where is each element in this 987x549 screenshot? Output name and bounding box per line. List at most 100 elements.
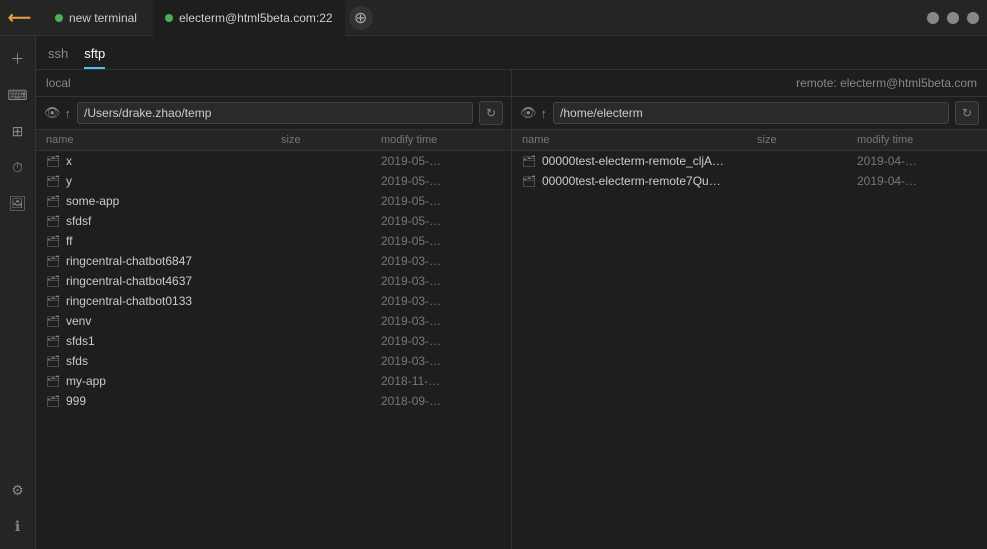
remote-panel-label: remote: electerm@html5beta.com	[796, 76, 977, 90]
window-controls	[927, 12, 979, 24]
local-col-size: size	[281, 134, 381, 146]
app-logo: ⟵	[8, 8, 31, 28]
folder-icon: 🗂	[46, 395, 60, 408]
sidebar-history-icon[interactable]: ⏱	[3, 152, 33, 182]
table-row[interactable]: 🗂 x 2019-05-…	[36, 151, 511, 171]
file-mtime: 2018-09-…	[381, 394, 501, 408]
file-mtime: 2019-03-…	[381, 294, 501, 308]
sidebar-files-icon[interactable]: ⊞	[3, 116, 33, 146]
history-icon: ⏱	[12, 159, 23, 176]
table-row[interactable]: 🗂 ringcentral-chatbot6847 2019-03-…	[36, 251, 511, 271]
file-name-label: x	[66, 154, 72, 168]
sidebar-terminal-icon[interactable]: ⌨	[3, 80, 33, 110]
file-mtime: 2019-05-…	[381, 154, 501, 168]
folder-icon: 🗂	[46, 335, 60, 348]
file-name-label: y	[66, 174, 72, 188]
table-row[interactable]: 🗂 ringcentral-chatbot0133 2019-03-…	[36, 291, 511, 311]
file-name-label: ringcentral-chatbot0133	[66, 294, 192, 308]
file-mtime: 2019-05-…	[381, 194, 501, 208]
remote-path-icons: 👁 ↑	[520, 105, 547, 121]
file-name-label: sfds	[66, 354, 88, 368]
file-mtime: 2019-04-…	[857, 154, 977, 168]
add-tab-icon: ⊕	[354, 8, 367, 28]
folder-icon: 🗂	[522, 155, 536, 168]
local-path-icons: 👁 ↑	[44, 105, 71, 121]
table-row[interactable]: 🗂 venv 2019-03-…	[36, 311, 511, 331]
tab-electerm-label: electerm@html5beta.com:22	[179, 11, 333, 25]
remote-col-size: size	[757, 134, 857, 146]
gallery-icon: 🖼	[9, 195, 27, 212]
sidebar-info-icon[interactable]: ℹ	[3, 511, 33, 541]
file-name-label: sfds1	[66, 334, 95, 348]
tab-dot-active	[165, 14, 173, 22]
file-mtime: 2019-05-…	[381, 174, 501, 188]
file-mtime: 2019-03-…	[381, 334, 501, 348]
tab-ssh[interactable]: ssh	[48, 42, 68, 69]
remote-path-bar: 👁 ↑ ↻	[512, 97, 987, 130]
table-row[interactable]: 🗂 sfds1 2019-03-…	[36, 331, 511, 351]
minimize-button[interactable]	[927, 12, 939, 24]
add-tab-button[interactable]: ⊕	[349, 6, 373, 30]
tab-sftp[interactable]: sftp	[84, 42, 105, 69]
table-row[interactable]: 🗂 00000test-electerm-remote7Qu… 2019-04-…	[512, 171, 987, 191]
table-row[interactable]: 🗂 sfds 2019-03-…	[36, 351, 511, 371]
titlebar: ⟵ new terminal electerm@html5beta.com:22…	[0, 0, 987, 36]
table-row[interactable]: 🗂 ringcentral-chatbot4637 2019-03-…	[36, 271, 511, 291]
add-icon: ＋	[11, 49, 25, 69]
file-mtime: 2019-05-…	[381, 234, 501, 248]
terminal-icon: ⌨	[7, 87, 27, 104]
folder-icon: 🗂	[46, 175, 60, 188]
close-button[interactable]	[967, 12, 979, 24]
table-row[interactable]: 🗂 sfdsf 2019-05-…	[36, 211, 511, 231]
file-name-label: some-app	[66, 194, 119, 208]
folder-icon: 🗂	[46, 155, 60, 168]
local-refresh-button[interactable]: ↻	[479, 101, 503, 125]
local-up-icon[interactable]: ↑	[65, 106, 72, 121]
remote-path-input[interactable]	[553, 102, 949, 124]
local-table-header: name size modify time	[36, 130, 511, 151]
folder-icon: 🗂	[46, 275, 60, 288]
file-mtime: 2019-03-…	[381, 254, 501, 268]
table-row[interactable]: 🗂 my-app 2018-11-…	[36, 371, 511, 391]
folder-icon: 🗂	[46, 295, 60, 308]
folder-icon: 🗂	[46, 235, 60, 248]
folder-icon: 🗂	[46, 195, 60, 208]
folder-icon: 🗂	[522, 175, 536, 188]
sidebar-settings-icon[interactable]: ⚙	[3, 475, 33, 505]
local-path-input[interactable]	[77, 102, 473, 124]
remote-up-icon[interactable]: ↑	[541, 106, 548, 121]
tab-dot	[55, 14, 63, 22]
table-row[interactable]: 🗂 999 2018-09-…	[36, 391, 511, 411]
file-name-label: venv	[66, 314, 91, 328]
file-name-label: 999	[66, 394, 86, 408]
remote-eye-icon[interactable]: 👁	[520, 105, 537, 121]
mode-tabs: ssh sftp	[36, 36, 987, 70]
local-col-mtime: modify time	[381, 134, 501, 146]
local-eye-icon[interactable]: 👁	[44, 105, 61, 121]
file-mtime: 2019-03-…	[381, 354, 501, 368]
sidebar-gallery-icon[interactable]: 🖼	[3, 188, 33, 218]
info-icon: ℹ	[15, 518, 20, 535]
maximize-button[interactable]	[947, 12, 959, 24]
remote-col-name: name	[522, 134, 757, 146]
remote-panel-header: remote: electerm@html5beta.com	[512, 70, 987, 97]
local-file-list: 🗂 x 2019-05-… 🗂 y 2019-05-… 🗂 some-app 2…	[36, 151, 511, 549]
sidebar-add-icon[interactable]: ＋	[3, 44, 33, 74]
remote-refresh-button[interactable]: ↻	[955, 101, 979, 125]
table-row[interactable]: 🗂 y 2019-05-…	[36, 171, 511, 191]
local-refresh-icon: ↻	[486, 106, 496, 120]
local-col-name: name	[46, 134, 281, 146]
folder-icon: 🗂	[46, 215, 60, 228]
table-row[interactable]: 🗂 00000test-electerm-remote_cljA… 2019-0…	[512, 151, 987, 171]
file-mtime: 2019-03-…	[381, 314, 501, 328]
tab-new-terminal[interactable]: new terminal	[43, 0, 149, 36]
files-icon: ⊞	[12, 123, 24, 140]
remote-file-list: 🗂 00000test-electerm-remote_cljA… 2019-0…	[512, 151, 987, 549]
sidebar: ＋ ⌨ ⊞ ⏱ 🖼 ⚙ ℹ	[0, 36, 36, 549]
folder-icon: 🗂	[46, 355, 60, 368]
table-row[interactable]: 🗂 ff 2019-05-…	[36, 231, 511, 251]
file-name-label: my-app	[66, 374, 106, 388]
remote-panel: remote: electerm@html5beta.com 👁 ↑ ↻ nam…	[512, 70, 987, 549]
tab-electerm[interactable]: electerm@html5beta.com:22	[153, 0, 345, 36]
table-row[interactable]: 🗂 some-app 2019-05-…	[36, 191, 511, 211]
